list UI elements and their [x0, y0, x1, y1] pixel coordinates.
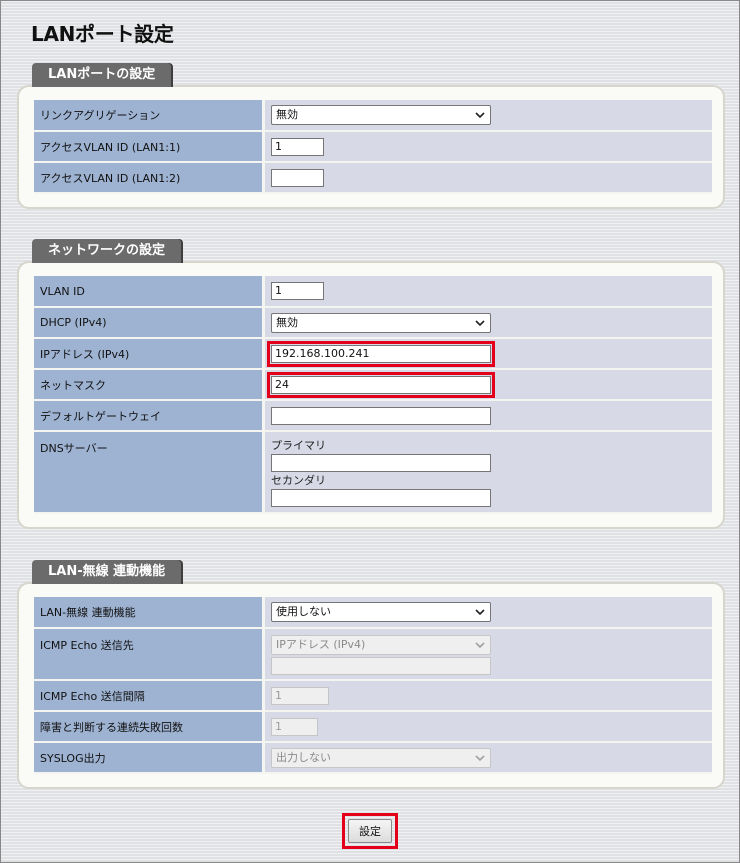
- link-aggregation-row: リンクアグリゲーション 無効: [34, 100, 712, 132]
- icmp-interval-label: ICMP Echo 送信間隔: [34, 680, 265, 712]
- ip-address-row: IPアドレス (IPv4) 192.168.100.241: [34, 338, 712, 370]
- icmp-dest-label: ICMP Echo 送信先: [34, 628, 265, 681]
- ip-address-label: IPアドレス (IPv4): [34, 338, 265, 370]
- wireless-link-panel: LAN-無線 連動機能 使用しない ICMP Echo 送信先 IPアドレス (…: [17, 582, 725, 789]
- icmp-dest-select-value: IPアドレス (IPv4): [276, 638, 366, 651]
- fail-count-label: 障害と判断する連続失敗回数: [34, 711, 265, 743]
- wireless-link-function-select-value: 使用しない: [276, 605, 331, 618]
- chevron-down-icon: [475, 319, 485, 326]
- chevron-down-icon: [475, 754, 485, 761]
- fail-count-input[interactable]: 1: [271, 717, 318, 736]
- lan-port-section: LANポートの設定 リンクアグリゲーション 無効 アクセスVLAN ID (LA…: [17, 63, 725, 217]
- icmp-dest-row: ICMP Echo 送信先 IPアドレス (IPv4): [34, 628, 712, 681]
- gateway-label: デフォルトゲートウェイ: [34, 400, 265, 432]
- dhcp-select-value: 無効: [276, 315, 298, 329]
- gateway-input[interactable]: [271, 406, 491, 425]
- link-aggregation-select-value: 無効: [276, 108, 298, 121]
- chevron-down-icon: [475, 642, 485, 649]
- access-vlan-1-row: アクセスVLAN ID (LAN1:1) 1: [34, 131, 712, 163]
- submit-button[interactable]: 設定: [348, 819, 392, 843]
- dns-secondary-input[interactable]: [271, 489, 491, 507]
- lan-port-panel: リンクアグリゲーション 無効 アクセスVLAN ID (LAN1:1) 1 アク…: [17, 85, 725, 209]
- page-title: LANポート設定: [31, 22, 174, 46]
- link-aggregation-select[interactable]: 無効: [271, 105, 491, 125]
- netmask-input[interactable]: 24: [267, 371, 495, 398]
- submit-highlight: 設定: [342, 813, 398, 849]
- icmp-interval-input[interactable]: 1: [271, 686, 329, 705]
- wireless-link-section: LAN-無線 連動機能 LAN-無線 連動機能 使用しない ICMP Echo …: [17, 560, 725, 798]
- wireless-link-function-select[interactable]: 使用しない: [271, 602, 491, 622]
- netmask-row: ネットマスク 24: [34, 369, 712, 401]
- network-section: ネットワークの設定 VLAN ID 1 DHCP (IPv4) 無効 IPアドレ…: [17, 239, 725, 535]
- syslog-select[interactable]: 出力しない: [271, 747, 491, 768]
- dns-primary-input[interactable]: [271, 454, 491, 472]
- dns-primary-label: プライマリ: [271, 439, 326, 452]
- syslog-label: SYSLOG出力: [34, 742, 265, 774]
- dns-label: DNSサーバー: [34, 431, 265, 514]
- ip-address-input[interactable]: 192.168.100.241: [267, 340, 495, 367]
- link-aggregation-label: リンクアグリゲーション: [34, 100, 265, 132]
- dhcp-select[interactable]: 無効: [271, 312, 491, 333]
- dns-row: DNSサーバー プライマリ セカンダリ: [34, 431, 712, 514]
- dhcp-label: DHCP (IPv4): [34, 307, 265, 339]
- wireless-link-section-tab: LAN-無線 連動機能: [32, 560, 182, 584]
- network-panel: VLAN ID 1 DHCP (IPv4) 無効 IPアドレス (IPv4) 1…: [17, 261, 725, 529]
- access-vlan-1-label: アクセスVLAN ID (LAN1:1): [34, 131, 265, 163]
- access-vlan-2-input[interactable]: [271, 168, 324, 187]
- dhcp-row: DHCP (IPv4) 無効: [34, 307, 712, 339]
- chevron-down-icon: [475, 112, 485, 119]
- icmp-interval-row: ICMP Echo 送信間隔 1: [34, 680, 712, 712]
- network-section-tab: ネットワークの設定: [32, 239, 182, 263]
- syslog-row: SYSLOG出力 出力しない: [34, 742, 712, 774]
- gateway-row: デフォルトゲートウェイ: [34, 400, 712, 432]
- fail-count-row: 障害と判断する連続失敗回数 1: [34, 711, 712, 743]
- dns-secondary-label: セカンダリ: [271, 474, 326, 487]
- icmp-dest-input[interactable]: [271, 657, 491, 675]
- access-vlan-2-label: アクセスVLAN ID (LAN1:2): [34, 162, 265, 194]
- vlan-id-label: VLAN ID: [34, 276, 265, 308]
- wireless-link-function-row: LAN-無線 連動機能 使用しない: [34, 597, 712, 629]
- access-vlan-2-row: アクセスVLAN ID (LAN1:2): [34, 162, 712, 194]
- chevron-down-icon: [475, 609, 485, 616]
- netmask-label: ネットマスク: [34, 369, 265, 401]
- vlan-id-row: VLAN ID 1: [34, 276, 712, 308]
- access-vlan-1-input[interactable]: 1: [271, 137, 324, 156]
- icmp-dest-select[interactable]: IPアドレス (IPv4): [271, 635, 491, 655]
- syslog-select-value: 出力しない: [276, 750, 331, 764]
- lan-port-section-tab: LANポートの設定: [32, 63, 172, 87]
- vlan-id-input[interactable]: 1: [271, 282, 324, 300]
- wireless-link-function-label: LAN-無線 連動機能: [34, 597, 265, 629]
